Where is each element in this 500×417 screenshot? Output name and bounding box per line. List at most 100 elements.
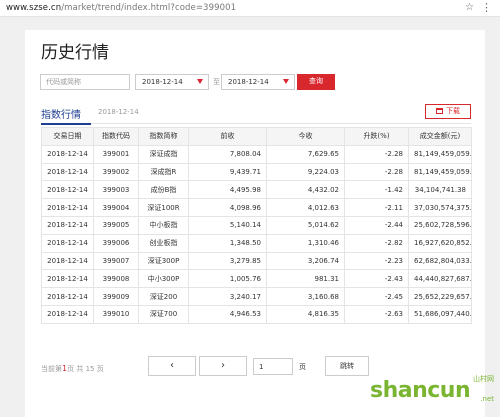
kebab-menu-icon[interactable]: ⋮	[481, 1, 492, 15]
section-title[interactable]: 指数行情	[41, 106, 81, 121]
cell-prev-close: 3,279.85	[188, 251, 267, 271]
cell-date: 2018-12-14	[41, 251, 94, 271]
cell-turnover: 51,686,097,440.03	[408, 304, 472, 324]
col-header-prev-close: 前收	[188, 127, 267, 146]
cell-name: 深成指R	[138, 162, 189, 182]
cell-code: 399007	[93, 251, 139, 271]
download-button[interactable]: 下载	[425, 104, 471, 119]
cell-prev-close: 1,005.76	[188, 269, 267, 289]
section-title-underline	[41, 123, 91, 125]
cell-prev-close: 7,808.04	[188, 144, 267, 164]
cell-turnover: 16,927,620,852.04	[408, 233, 472, 253]
cell-change-pct: -2.28	[344, 162, 409, 182]
cell-close: 4,432.02	[266, 180, 345, 200]
cell-date: 2018-12-14	[41, 233, 94, 253]
cell-turnover: 25,652,229,657.71	[408, 287, 472, 306]
pager-total-prefix: 共	[76, 365, 84, 373]
cell-date: 2018-12-14	[41, 180, 94, 200]
prev-page-button[interactable]: ‹	[148, 356, 196, 376]
main-panel: 历史行情 2018-12-14 至 2018-12-14 查询 指数行情 201…	[25, 30, 485, 417]
table-row: 2018-12-14 399008 中小300P 1,005.76 981.31 -2.4…	[41, 269, 472, 289]
cell-prev-close: 1,348.50	[188, 233, 267, 253]
cell-close: 7,629.65	[266, 144, 345, 164]
cell-code: 399006	[93, 233, 139, 253]
pager-current-prefix: 当前第	[41, 365, 62, 373]
cell-turnover: 34,104,741.38	[408, 180, 472, 200]
cell-code: 399010	[93, 304, 139, 324]
search-input[interactable]	[40, 74, 130, 90]
page-number-input[interactable]	[253, 358, 293, 375]
start-date-select[interactable]: 2018-12-14	[135, 74, 209, 90]
cell-name: 深证100R	[138, 198, 189, 217]
cell-name: 中小板指	[138, 215, 189, 235]
chevron-left-icon: ‹	[170, 360, 174, 371]
cell-turnover: 37,030,574,375.80	[408, 198, 472, 217]
cell-name: 深证200	[138, 287, 189, 306]
cell-change-pct: -2.43	[344, 269, 409, 289]
cell-date: 2018-12-14	[41, 162, 94, 182]
table-header-row: 交易日期 指数代码 指数简称 前收 今收 升跌(%) 成交金额(元)	[41, 127, 472, 146]
col-header-change-pct: 升跌(%)	[344, 127, 409, 146]
watermark-com: .net	[480, 395, 494, 403]
date-range-separator: 至	[213, 78, 220, 86]
cell-date: 2018-12-14	[41, 198, 94, 217]
jump-button[interactable]: 跳转	[325, 356, 369, 376]
cell-code: 399008	[93, 269, 139, 289]
next-page-button[interactable]: ›	[199, 356, 247, 376]
cell-code: 399003	[93, 180, 139, 200]
pager-current-suffix: 页	[67, 365, 75, 373]
chevron-down-icon	[283, 79, 289, 84]
excel-download-icon	[436, 108, 443, 114]
cell-turnover: 25,602,728,596.04	[408, 215, 472, 235]
download-label: 下载	[446, 107, 460, 115]
col-header-turnover: 成交金额(元)	[408, 127, 472, 146]
cell-name: 深证成指	[138, 144, 189, 164]
col-header-date: 交易日期	[41, 127, 94, 146]
cell-date: 2018-12-14	[41, 304, 94, 324]
page-input-label: 页	[299, 363, 306, 371]
cell-name: 深证300P	[138, 251, 189, 271]
cell-prev-close: 5,140.14	[188, 215, 267, 235]
cell-date: 2018-12-14	[41, 287, 94, 306]
query-button[interactable]: 查询	[297, 74, 335, 90]
cell-close: 3,206.74	[266, 251, 345, 271]
cell-close: 3,160.68	[266, 287, 345, 306]
cell-name: 创业板指	[138, 233, 189, 253]
cell-change-pct: -1.42	[344, 180, 409, 200]
cell-close: 4,816.35	[266, 304, 345, 324]
cell-close: 5,014.62	[266, 215, 345, 235]
cell-close: 1,310.46	[266, 233, 345, 253]
cell-change-pct: -2.45	[344, 287, 409, 306]
cell-code: 399009	[93, 287, 139, 306]
star-icon[interactable]: ☆	[465, 2, 474, 13]
section-date: 2018-12-14	[98, 108, 139, 116]
cell-close: 981.31	[266, 269, 345, 289]
cell-close: 9,224.03	[266, 162, 345, 182]
table-row: 2018-12-14 399009 深证200 3,240.17 3,160.68 -2.…	[41, 287, 472, 306]
cell-name: 成份B指	[138, 180, 189, 200]
table-row: 2018-12-14 399001 深证成指 7,808.04 7,629.65 -2.2…	[41, 144, 472, 164]
cell-prev-close: 4,946.53	[188, 304, 267, 324]
cell-close: 4,012.63	[266, 198, 345, 217]
cell-turnover: 81,149,459,059.87	[408, 162, 472, 182]
watermark-cn: 山村网	[473, 375, 494, 383]
url-text[interactable]: www.szse.cn/market/trend/index.html?code…	[6, 3, 236, 13]
cell-change-pct: -2.28	[344, 144, 409, 164]
table-body: 2018-12-14 399001 深证成指 7,808.04 7,629.65 -2.2…	[41, 144, 472, 324]
url-host: www.szse.cn	[6, 3, 62, 13]
watermark-text: shancun	[370, 378, 471, 403]
section-header: 指数行情 2018-12-14 下载	[41, 104, 471, 125]
chevron-right-icon: ›	[221, 360, 225, 371]
cell-prev-close: 4,495.98	[188, 180, 267, 200]
cell-code: 399005	[93, 215, 139, 235]
start-date-value: 2018-12-14	[142, 78, 183, 86]
url-path: /market/trend/index.html?code=399001	[61, 3, 237, 13]
browser-address-bar[interactable]: www.szse.cn/market/trend/index.html?code…	[0, 0, 500, 17]
pager-total-pages: 15	[85, 365, 95, 373]
page-title: 历史行情	[41, 43, 109, 63]
cell-prev-close: 9,439.71	[188, 162, 267, 182]
cell-change-pct: -2.11	[344, 198, 409, 217]
end-date-select[interactable]: 2018-12-14	[221, 74, 295, 90]
cell-date: 2018-12-14	[41, 269, 94, 289]
cell-change-pct: -2.44	[344, 215, 409, 235]
